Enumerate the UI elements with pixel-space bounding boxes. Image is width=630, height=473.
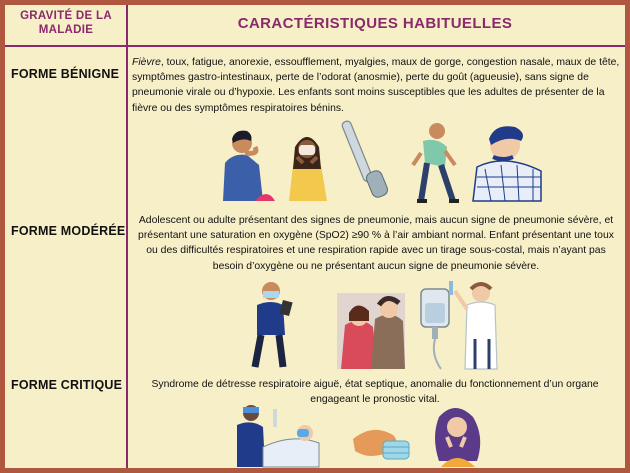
critical-illustrations (237, 405, 481, 468)
row-text-moderate: Adolescent ou adulte présentant des sign… (138, 215, 614, 272)
benign-description: , toux, fatigue, anorexie, essoufflement… (132, 57, 620, 114)
infographic-frame: GRAVITÉ DE LA MALADIE CARACTÉRISTIQUES H… (0, 0, 630, 473)
header-characteristics: CARACTÉRISTIQUES HABITUELLES (237, 15, 513, 32)
hospital-bed-icon (237, 405, 320, 468)
row-label-moderate: FORME MODÉRÉE (11, 224, 126, 238)
tired-runner-icon (411, 123, 459, 203)
thermometer-icon (341, 120, 388, 198)
fever-term: Fièvre (132, 57, 161, 68)
coughing-man-icon (472, 126, 542, 202)
doctor-syringe-icon (449, 281, 498, 370)
coughing-person-icon (223, 130, 275, 201)
row-label-critical: FORME CRITIQUE (11, 378, 123, 392)
header-severity: GRAVITÉ DE LA MALADIE (20, 10, 112, 36)
worried-woman-icon (435, 408, 481, 467)
moderate-illustrations (251, 281, 498, 370)
column-divider (126, 5, 128, 468)
benign-illustrations (223, 120, 542, 203)
coughing-couple-icon (337, 293, 405, 369)
row-label-benign: FORME BÉNIGNE (11, 67, 120, 81)
table-header: GRAVITÉ DE LA MALADIE CARACTÉRISTIQUES H… (5, 5, 625, 47)
row-text-benign: Fièvre, toux, fatigue, anorexie, essouff… (132, 55, 620, 116)
iv-drip-icon (420, 288, 450, 370)
sneezing-woman-icon (289, 137, 327, 201)
doctor-tablet-icon (251, 282, 293, 368)
face-mask-icon (353, 429, 410, 460)
